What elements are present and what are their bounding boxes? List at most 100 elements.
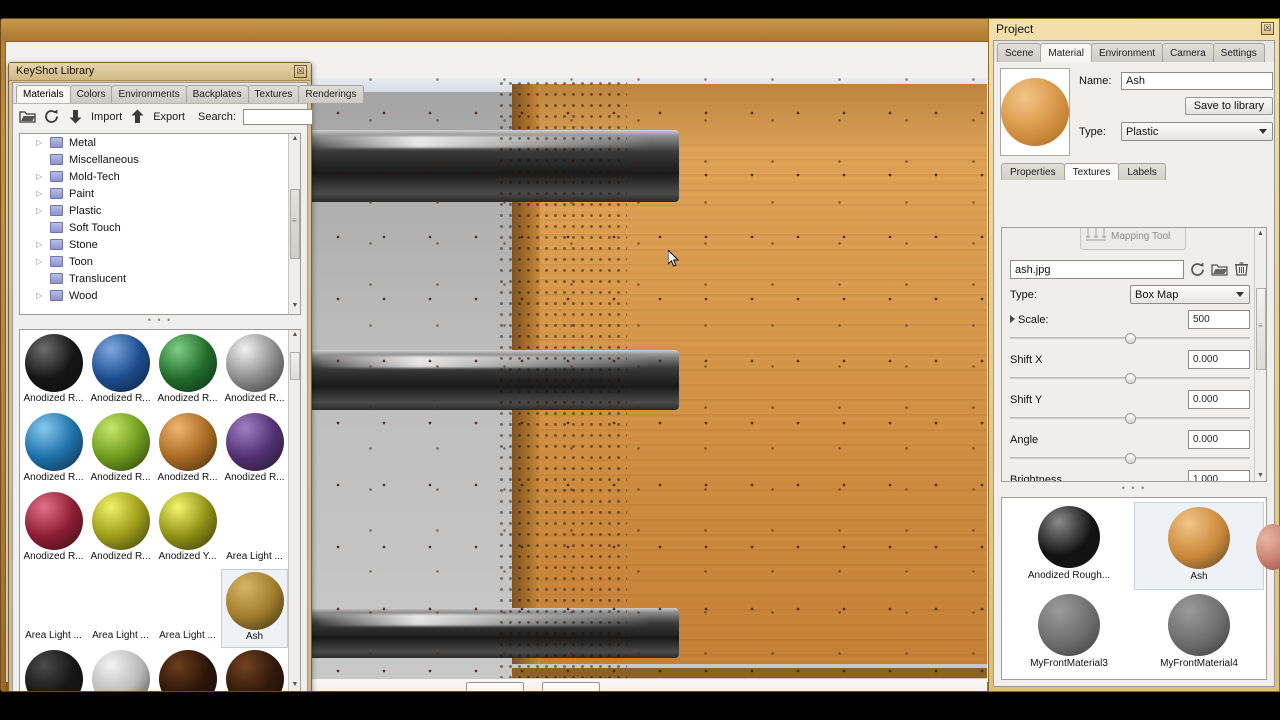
material-swatch[interactable]: Black Walnut xyxy=(154,648,221,691)
expand-triangle-icon[interactable]: ▷ xyxy=(36,257,44,266)
library-splitter-handle[interactable]: • • • xyxy=(19,316,301,327)
scroll-down-icon[interactable]: ▼ xyxy=(290,681,300,691)
library-tab-materials[interactable]: Materials xyxy=(16,85,71,103)
scene-materials-list[interactable]: Anodized Rough... Ash MyFrontMaterial3 MyFr… xyxy=(1001,497,1267,680)
library-tab-backplates[interactable]: Backplates xyxy=(185,85,249,103)
texture-param-slider[interactable] xyxy=(1010,412,1250,424)
expand-triangle-icon[interactable]: ▷ xyxy=(36,189,44,198)
texture-param-value[interactable]: 0.000 xyxy=(1188,350,1250,369)
material-swatch[interactable]: Anodized R... xyxy=(221,411,288,490)
texture-param-value[interactable]: 500 xyxy=(1188,310,1250,329)
project-tab-settings[interactable]: Settings xyxy=(1212,43,1265,62)
swatch-scrollbar[interactable]: ▲ ▼ xyxy=(288,330,300,691)
refresh-icon[interactable] xyxy=(1189,261,1206,278)
scroll-up-icon[interactable]: ▲ xyxy=(290,135,300,146)
tree-item-stone[interactable]: ▷ Stone xyxy=(20,236,300,253)
scroll-down-icon[interactable]: ▼ xyxy=(290,302,300,313)
tree-item-toon[interactable]: ▷ Toon xyxy=(20,253,300,270)
subtab-labels[interactable]: Labels xyxy=(1118,163,1166,180)
material-swatch[interactable]: Anodized R... xyxy=(221,332,288,411)
tree-scroll-thumb[interactable] xyxy=(290,189,300,259)
tool-animation[interactable]: Animation xyxy=(618,682,676,692)
expand-triangle-icon[interactable]: ▷ xyxy=(36,206,44,215)
material-swatch[interactable]: Area Light ... xyxy=(20,569,87,648)
scene-material-item[interactable]: Anodized Rough... xyxy=(1004,502,1134,590)
material-swatch[interactable]: Area Light ... xyxy=(87,569,154,648)
project-tab-material[interactable]: Material xyxy=(1040,43,1092,62)
upload-arrow-icon[interactable] xyxy=(129,108,146,125)
tool-keyshotvr[interactable]: KeyShotVR xyxy=(846,682,904,692)
tool-render[interactable]: Render xyxy=(770,682,828,692)
tree-item-wood[interactable]: ▷ Wood xyxy=(20,287,300,304)
scene-material-item[interactable]: Ash xyxy=(1134,502,1264,590)
material-swatch[interactable]: Anodized Y... xyxy=(154,490,221,569)
material-swatch[interactable]: Area Light ... xyxy=(221,490,288,569)
material-swatch[interactable]: Anodized R... xyxy=(20,490,87,569)
textures-scroll-thumb[interactable] xyxy=(1256,288,1266,370)
slider-knob[interactable] xyxy=(1125,453,1136,464)
slider-knob[interactable] xyxy=(1125,373,1136,384)
texture-param-slider[interactable] xyxy=(1010,372,1250,384)
texture-param-value[interactable]: 0.000 xyxy=(1188,390,1250,409)
refresh-icon[interactable] xyxy=(43,108,60,125)
scene-material-item[interactable]: MyFrontMaterial4 xyxy=(1134,590,1264,678)
library-tab-renderings[interactable]: Renderings xyxy=(298,85,364,103)
material-swatch[interactable]: Anodized R... xyxy=(20,411,87,490)
expand-triangle-icon[interactable] xyxy=(1010,314,1015,323)
save-to-library-button[interactable]: Save to library xyxy=(1184,97,1273,115)
tool-screenshot[interactable]: Screenshot xyxy=(694,682,752,692)
material-swatch-browser[interactable]: Anodized R... Anodized R... Anodized R... A… xyxy=(19,329,301,691)
tree-item-mold-tech[interactable]: ▷ Mold-Tech xyxy=(20,168,300,185)
tree-item-soft-touch[interactable]: ▷Soft Touch xyxy=(20,219,300,236)
slider-knob[interactable] xyxy=(1125,413,1136,424)
material-type-select[interactable]: Plastic xyxy=(1121,122,1273,141)
tree-item-miscellaneous[interactable]: ▷Miscellaneous xyxy=(20,151,300,168)
library-tab-environments[interactable]: Environments xyxy=(111,85,187,103)
subtab-textures[interactable]: Textures xyxy=(1063,163,1120,180)
slider-knob[interactable] xyxy=(1125,333,1136,344)
expand-triangle-icon[interactable]: ▷ xyxy=(36,291,44,300)
library-category-tree[interactable]: ▷Metal▷Miscellaneous▷Mold-Tech▷Paint▷Pla… xyxy=(19,133,301,315)
open-folder-icon[interactable] xyxy=(1211,261,1228,278)
material-preview[interactable] xyxy=(1000,68,1070,156)
tree-scrollbar[interactable]: ▲ ▼ xyxy=(288,134,300,314)
project-tab-camera[interactable]: Camera xyxy=(1162,43,1214,62)
texture-param-value[interactable]: 1.000 xyxy=(1188,470,1250,481)
import-label[interactable]: Import xyxy=(91,111,122,123)
expand-triangle-icon[interactable]: ▷ xyxy=(36,138,44,147)
material-swatch[interactable]: Black Waln xyxy=(221,648,288,691)
material-swatch[interactable]: Anodized R... xyxy=(154,411,221,490)
material-swatch[interactable]: Anodized R... xyxy=(87,332,154,411)
mapping-tool-button[interactable]: Mapping Tool xyxy=(1080,228,1186,250)
texture-file-input[interactable] xyxy=(1010,260,1184,279)
tree-item-translucent[interactable]: ▷Translucent xyxy=(20,270,300,287)
texture-param-slider[interactable] xyxy=(1010,452,1250,464)
project-tab-scene[interactable]: Scene xyxy=(997,43,1042,62)
trash-icon[interactable] xyxy=(1233,261,1250,278)
scroll-up-icon[interactable]: ▲ xyxy=(290,331,300,342)
library-tab-colors[interactable]: Colors xyxy=(69,85,113,103)
material-swatch[interactable]: Ash xyxy=(221,569,288,648)
textures-scrollbar[interactable]: ▲ ▼ xyxy=(1254,228,1266,481)
subtab-properties[interactable]: Properties xyxy=(1001,163,1065,180)
material-swatch[interactable]: Anodized R... xyxy=(87,490,154,569)
material-name-input[interactable] xyxy=(1121,72,1273,90)
texture-param-slider[interactable] xyxy=(1010,332,1250,344)
export-label[interactable]: Export xyxy=(153,111,185,123)
tree-item-metal[interactable]: ▷ Metal xyxy=(20,134,300,151)
material-swatch[interactable]: Anodized R... xyxy=(154,332,221,411)
open-folder-icon[interactable] xyxy=(19,108,36,125)
scroll-down-icon[interactable]: ▼ xyxy=(1257,472,1264,479)
render-viewport[interactable] xyxy=(307,78,987,678)
library-tab-textures[interactable]: Textures xyxy=(247,85,300,103)
scroll-up-icon[interactable]: ▲ xyxy=(1257,230,1264,237)
scene-material-item[interactable]: MyFrontMaterial3 xyxy=(1004,590,1134,678)
texture-type-select[interactable]: Box Map xyxy=(1130,285,1250,304)
material-swatch[interactable]: Area Light ... xyxy=(154,569,221,648)
material-swatch[interactable]: Anodized R... xyxy=(87,411,154,490)
search-input[interactable] xyxy=(242,108,313,125)
project-close-button[interactable]: ☒ xyxy=(1261,22,1274,35)
download-arrow-icon[interactable] xyxy=(67,108,84,125)
texture-param-value[interactable]: 0.000 xyxy=(1188,430,1250,449)
tree-item-paint[interactable]: ▷ Paint xyxy=(20,185,300,202)
